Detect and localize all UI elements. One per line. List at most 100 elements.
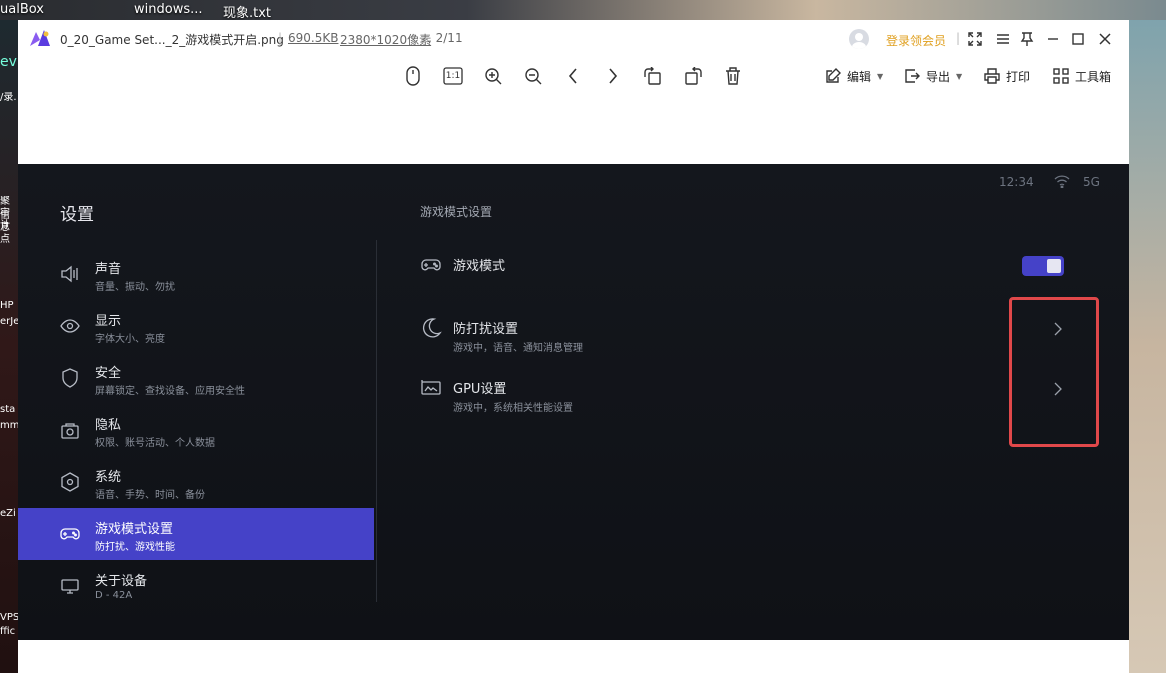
menu-item-sound[interactable]: 声音 音量、振动、勿扰: [18, 248, 374, 300]
zoom-in-icon[interactable]: [481, 64, 505, 88]
title-bar[interactable]: 0_20_Game Set..._2_游戏模式开启.png | 690.5KB …: [18, 20, 1129, 58]
chevron-down-icon: ▼: [956, 71, 963, 81]
menu-label: 安全: [95, 366, 122, 381]
more-menu-icon[interactable]: [994, 30, 1012, 48]
print-button[interactable]: 打印: [984, 65, 1030, 87]
hexagon-gear-icon: [61, 472, 79, 492]
menu-item-game-mode[interactable]: 游戏模式设置 防打扰、游戏性能: [18, 508, 374, 560]
desktop-icon-label[interactable]: eZi: [0, 508, 18, 520]
print-label: 打印: [1006, 69, 1031, 84]
toolbox-label: 工具箱: [1075, 69, 1112, 84]
file-name: 0_20_Game Set..._2_游戏模式开启.png: [60, 33, 284, 47]
app-logo-icon: [30, 30, 50, 46]
wifi-icon: [1054, 175, 1070, 188]
printer-icon: [984, 68, 1000, 84]
moon-icon: [423, 318, 442, 338]
user-avatar[interactable]: [849, 29, 869, 49]
delete-icon[interactable]: [721, 64, 745, 88]
desktop-label-virtualbox[interactable]: ualBox: [0, 2, 44, 17]
panel-divider: [376, 240, 377, 602]
menu-label: 显示: [95, 314, 122, 329]
monitor-icon: [61, 579, 79, 594]
pin-icon[interactable]: [1018, 30, 1036, 48]
desktop-wallpaper-right: [1129, 20, 1166, 673]
menu-sub: 屏幕锁定、查找设备、应用安全性: [95, 386, 245, 397]
shield-icon: [62, 368, 78, 388]
menu-label: 声音: [95, 262, 122, 277]
close-icon[interactable]: [1096, 30, 1114, 48]
previous-image-icon[interactable]: [561, 64, 585, 88]
panel-title: 游戏模式设置: [420, 205, 493, 219]
gamepad-icon: [60, 528, 80, 540]
file-size[interactable]: 690.5KB: [288, 31, 338, 45]
toggle-knob: [1047, 259, 1061, 273]
menu-item-system[interactable]: 系统 语音、手势、时间、备份: [18, 456, 374, 508]
file-index: , 2/11: [428, 31, 463, 45]
dnd-sub: 游戏中，语音、通知消息管理: [453, 343, 583, 354]
title-separator: |: [278, 31, 283, 45]
menu-sub: 字体大小、亮度: [95, 334, 165, 345]
menu-label: 关于设备: [95, 574, 148, 589]
rotate-right-icon[interactable]: [681, 64, 705, 88]
desktop-icon-label[interactable]: mmu: [0, 420, 18, 432]
edit-label: 编辑: [847, 69, 872, 84]
menu-sub: 防打扰、游戏性能: [95, 542, 175, 553]
file-resolution-wrap: 2380*1020像素: [340, 31, 431, 48]
menu-item-security[interactable]: 安全 屏幕锁定、查找设备、应用安全性: [18, 352, 374, 404]
menu-item-about[interactable]: 关于设备 D - 42A: [18, 560, 374, 612]
export-icon: [905, 69, 920, 83]
gamepad-icon: [421, 259, 441, 271]
desktop-icon-label[interactable]: ffic: [0, 626, 18, 638]
menu-item-display[interactable]: 显示 字体大小、亮度: [18, 300, 374, 352]
game-mode-toggle[interactable]: [1022, 256, 1064, 276]
menu-sub: 语音、手势、时间、备份: [95, 490, 205, 501]
desktop-icon-label[interactable]: sta: [0, 404, 18, 416]
gpu-settings-row[interactable]: GPU设置 游戏中，系统相关性能设置: [420, 371, 1110, 421]
actual-size-label: 1:1: [445, 71, 461, 81]
dnd-label: 防打扰设置: [453, 322, 519, 337]
desktop-icon-label[interactable]: VPS: [0, 612, 18, 624]
export-label: 导出: [926, 69, 951, 84]
chevron-down-icon: ▼: [877, 71, 884, 81]
rotate-left-icon[interactable]: [641, 64, 665, 88]
gpu-label: GPU设置: [453, 382, 507, 397]
speaker-icon: [61, 265, 78, 283]
image-viewer-window: 0_20_Game Set..._2_游戏模式开启.png | 690.5KB …: [18, 20, 1129, 673]
do-not-disturb-row[interactable]: 防打扰设置 游戏中，语音、通知消息管理: [420, 311, 1110, 361]
title-separator: |: [956, 31, 961, 45]
login-vip-link[interactable]: 登录领会员: [886, 32, 946, 49]
game-mode-label: 游戏模式: [453, 259, 506, 274]
menu-sub: 权限、账号活动、个人数据: [95, 438, 215, 449]
eye-icon: [60, 319, 80, 333]
desktop-icon-label[interactable]: HP: [0, 300, 18, 312]
export-button[interactable]: 导出 ▼: [904, 65, 962, 87]
actual-size-button[interactable]: 1:1: [441, 64, 465, 88]
menu-sub: D - 42A: [95, 590, 133, 601]
file-info: 690.5KB: [288, 31, 338, 45]
desktop-icon-label[interactable]: erJe: [0, 316, 18, 328]
menu-label: 游戏模式设置: [95, 522, 174, 537]
minimize-icon[interactable]: [1044, 30, 1062, 48]
zoom-out-icon[interactable]: [521, 64, 545, 88]
desktop-icon-label[interactable]: /录.: [0, 92, 18, 104]
toolbox-button[interactable]: 工具箱: [1053, 65, 1111, 87]
file-resolution[interactable]: 2380*1020像素: [340, 33, 431, 47]
edit-button[interactable]: 编辑 ▼: [825, 65, 883, 87]
desktop-icon-label[interactable]: 信息点: [0, 210, 18, 246]
menu-label: 隐私: [95, 418, 122, 433]
grid-icon: [1053, 68, 1069, 84]
desktop-left-icons: ev /录. 聚审计 信息点 HP erJe sta mmu eZi VPS f…: [0, 20, 18, 673]
fullscreen-icon[interactable]: [966, 30, 984, 48]
image-canvas[interactable]: 12:34 5G 设置 声音 音量、振动、勿扰 显示 字体大小、亮度 安全 屏幕…: [18, 164, 1129, 640]
desktop-label-txt-file[interactable]: 现象.txt: [223, 2, 271, 21]
desktop-icon-label[interactable]: ev: [0, 56, 18, 68]
menu-item-privacy[interactable]: 隐私 权限、账号活动、个人数据: [18, 404, 374, 456]
status-time: 12:34: [999, 175, 1034, 189]
next-image-icon[interactable]: [601, 64, 625, 88]
camera-lock-icon: [61, 423, 79, 439]
mouse-wheel-icon[interactable]: [401, 64, 425, 88]
maximize-icon[interactable]: [1069, 30, 1087, 48]
game-mode-row[interactable]: 游戏模式: [420, 248, 1110, 298]
desktop-label-windows[interactable]: windows...: [134, 2, 203, 17]
edit-icon: [826, 68, 841, 83]
